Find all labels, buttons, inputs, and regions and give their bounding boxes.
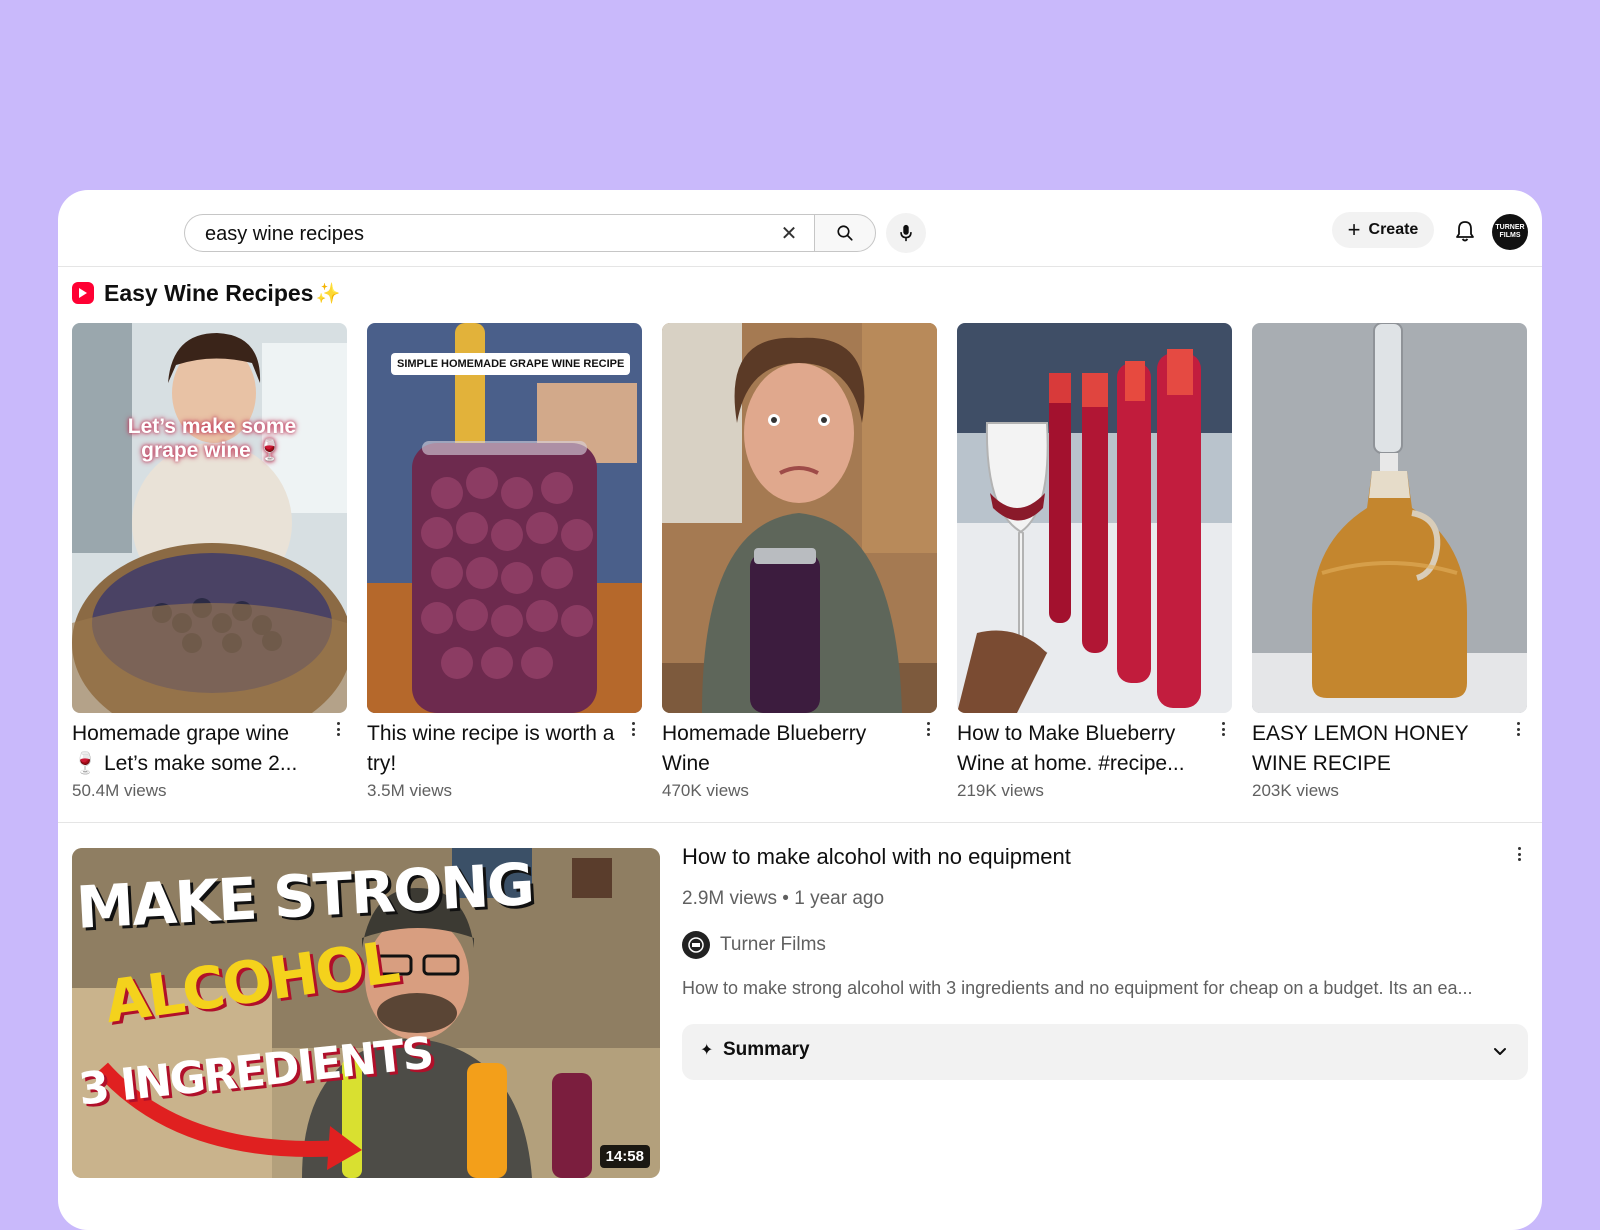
shorts-row: Let’s make some grape wine 🍷 Homemade gr… (72, 323, 1534, 813)
video-description: How to make strong alcohol with 3 ingred… (682, 978, 1473, 998)
more-options-icon[interactable] (628, 719, 638, 739)
short-card[interactable]: Homemade Blueberry Wine 470K views (662, 323, 937, 813)
shelf-header: Easy Wine Recipes ✨ (72, 278, 340, 308)
short-views: 50.4M views (72, 781, 167, 800)
short-views: 203K views (1252, 781, 1339, 800)
shorts-logo-icon (72, 282, 94, 304)
more-options-icon[interactable] (1218, 719, 1228, 739)
app-window: ✕ + Create TURNER FILMS (58, 190, 1542, 1230)
shelf-title: Easy Wine Recipes (104, 279, 314, 306)
channel-avatar[interactable] (682, 931, 710, 959)
short-title[interactable]: Homemade grape wine 🍷 Let’s make some 2.… (72, 719, 320, 779)
short-thumbnail[interactable]: Let’s make some grape wine 🍷 (72, 323, 347, 713)
top-bar: ✕ + Create TURNER FILMS (58, 190, 1542, 267)
sparkle-icon: ✨ (315, 282, 341, 305)
search-icon (837, 225, 853, 241)
more-options-icon[interactable] (1514, 844, 1524, 864)
video-thumbnail[interactable]: MAKE STRONG ALCOHOL 3 INGREDIENTS 14:58 (72, 848, 660, 1178)
video-title[interactable]: How to make alcohol with no equipment (682, 844, 1071, 870)
short-thumbnail[interactable] (662, 323, 937, 713)
summary-label: Summary (723, 1039, 810, 1060)
voice-search-button[interactable] (886, 213, 926, 253)
clear-search-icon[interactable]: ✕ (778, 223, 800, 245)
short-views: 219K views (957, 781, 1044, 800)
plus-icon: + (1347, 217, 1361, 242)
summary-expander[interactable]: ✦ Summary (682, 1024, 1528, 1080)
more-options-icon[interactable] (923, 719, 933, 739)
short-title[interactable]: This wine recipe is worth a try! (367, 719, 615, 779)
section-divider (58, 822, 1542, 823)
short-views: 3.5M views (367, 781, 453, 800)
video-metadata: 2.9M views • 1 year ago (682, 888, 885, 909)
create-button[interactable]: + Create (1332, 212, 1434, 248)
chevron-down-icon (1494, 1048, 1506, 1055)
video-duration: 14:58 (599, 1145, 650, 1168)
short-title[interactable]: How to Make Blueberry Wine at home. #rec… (957, 719, 1205, 779)
short-overlay-text: SIMPLE HOMEMADE GRAPE WINE RECIPE (391, 353, 631, 375)
bell-icon (1456, 221, 1474, 242)
short-views: 470K views (662, 781, 749, 800)
short-card[interactable]: How to Make Blueberry Wine at home. #rec… (957, 323, 1232, 813)
avatar-logo: TURNER FILMS (1495, 224, 1525, 239)
short-overlay-text: Let’s make some grape wine 🍷 (127, 415, 297, 462)
more-options-icon[interactable] (333, 719, 343, 739)
microphone-icon (900, 224, 912, 242)
search-box[interactable]: ✕ (184, 214, 814, 253)
short-thumbnail[interactable] (957, 323, 1232, 713)
notifications-button[interactable] (1451, 217, 1479, 245)
short-thumbnail[interactable]: SIMPLE HOMEMADE GRAPE WINE RECIPE (367, 323, 642, 713)
search-input[interactable] (203, 215, 747, 253)
search-button[interactable] (814, 214, 876, 252)
short-card[interactable]: EASY LEMON HONEY WINE RECIPE 203K views (1252, 323, 1527, 813)
short-card[interactable]: Let’s make some grape wine 🍷 Homemade gr… (72, 323, 347, 813)
more-options-icon[interactable] (1513, 719, 1523, 739)
short-card[interactable]: SIMPLE HOMEMADE GRAPE WINE RECIPE This w… (367, 323, 642, 813)
short-thumbnail[interactable] (1252, 323, 1527, 713)
create-label: Create (1368, 221, 1419, 238)
sparkle-icon: ✦ (700, 1042, 714, 1059)
short-title[interactable]: Homemade Blueberry Wine (662, 719, 910, 779)
channel-link[interactable]: Turner Films (682, 930, 826, 960)
short-title[interactable]: EASY LEMON HONEY WINE RECIPE (1252, 719, 1500, 779)
channel-name[interactable]: Turner Films (720, 934, 826, 956)
account-avatar[interactable]: TURNER FILMS (1492, 214, 1528, 250)
